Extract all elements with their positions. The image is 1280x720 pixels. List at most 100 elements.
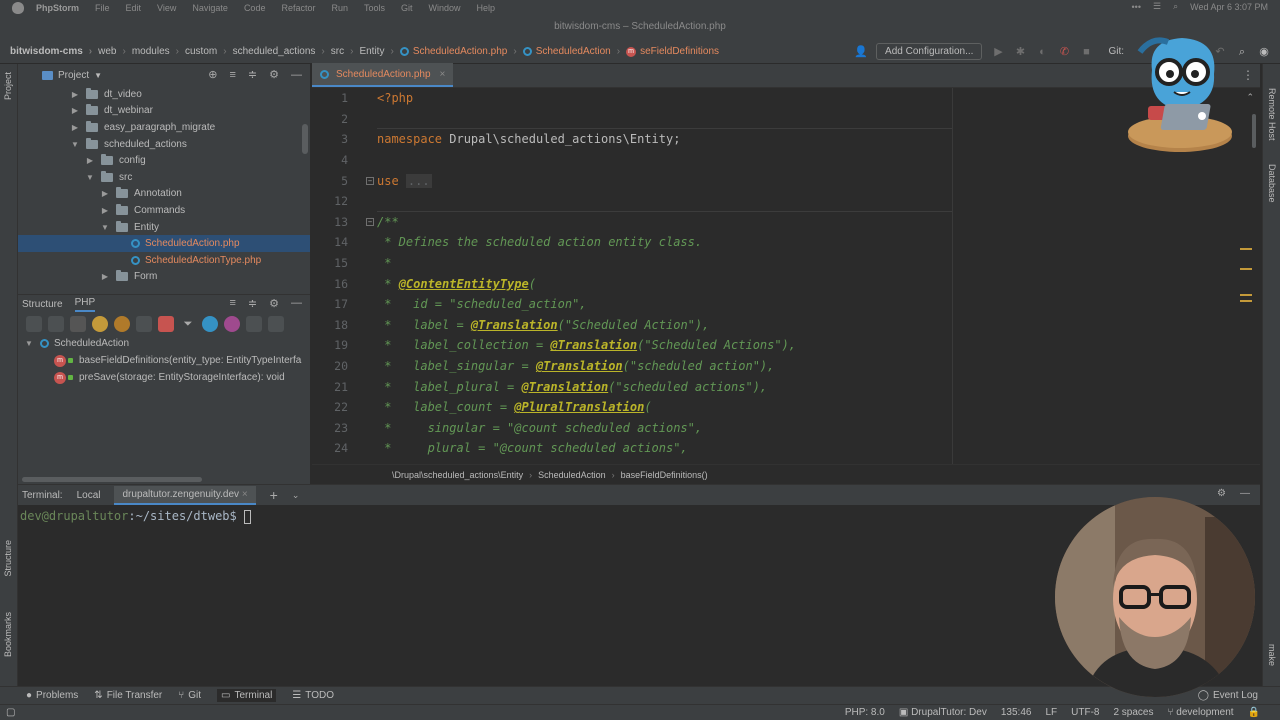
crumb-custom[interactable]: custom › <box>185 46 233 57</box>
collapse-all-icon[interactable]: ≑ <box>248 297 257 310</box>
expand-all-icon[interactable]: ≡ <box>229 69 235 81</box>
menu-navigate[interactable]: Navigate <box>192 3 228 13</box>
code-line[interactable]: 13 /** − <box>312 212 1260 233</box>
chevron-right-icon[interactable]: ▶ <box>70 90 80 99</box>
code-line[interactable]: 23 * singular = "@count scheduled action… <box>312 418 1260 439</box>
breadcrumb-method[interactable]: baseFieldDefinitions() <box>621 470 708 480</box>
lock-icon[interactable]: 🔒 <box>1248 707 1260 718</box>
todo-button[interactable]: ☰ TODO <box>292 690 334 701</box>
app-menu[interactable]: PhpStorm <box>36 3 79 13</box>
terminal-prompt[interactable]: dev@drupaltutor:~/sites/dtweb$ <box>20 509 251 524</box>
coverage-icon[interactable]: ◐ <box>1036 46 1048 58</box>
tree-item[interactable]: ScheduledAction.php <box>18 235 310 252</box>
show-constants-icon[interactable] <box>114 316 130 332</box>
tab-structure[interactable]: Structure <box>22 299 63 310</box>
deployment-server[interactable]: ▣ DrupalTutor: Dev <box>899 707 987 718</box>
sort-alpha-icon[interactable] <box>48 316 64 332</box>
close-icon[interactable]: × <box>440 69 446 80</box>
show-traits-icon[interactable] <box>202 316 218 332</box>
menu-run[interactable]: Run <box>331 3 348 13</box>
chevron-down-icon[interactable]: ▼ <box>24 339 34 348</box>
hide-icon[interactable]: — <box>291 297 302 310</box>
crumb-scheduled-actions[interactable]: scheduled_actions › <box>233 46 331 57</box>
tree-item[interactable]: ▶ Commands <box>18 202 310 219</box>
terminal-tab-remote[interactable]: drupaltutor.zengenuity.dev × <box>114 485 256 505</box>
chevron-down-icon[interactable]: ▼ <box>100 223 110 232</box>
show-fields-icon[interactable] <box>70 316 86 332</box>
collapse-all-icon[interactable]: ≑ <box>248 69 257 81</box>
tree-item[interactable]: ▶ Annotation <box>18 186 310 203</box>
crumb-file[interactable]: ScheduledAction.php › <box>399 46 523 57</box>
code-line[interactable]: 12 <box>312 191 1260 212</box>
expand-all-icon[interactable]: ≡ <box>229 297 235 310</box>
code-line[interactable]: 21 * label_plural = @Translation("schedu… <box>312 376 1260 397</box>
editor-tab-file[interactable]: ScheduledAction.php × <box>312 63 454 87</box>
tree-item[interactable]: ▶ dt_video <box>18 86 310 103</box>
fold-toggle-icon[interactable]: − <box>366 217 374 226</box>
autoscroll-to-source-icon[interactable] <box>246 316 262 332</box>
code-line[interactable]: 16 * @ContentEntityType( <box>312 273 1260 294</box>
menu-tools[interactable]: Tools <box>364 3 385 13</box>
code-line[interactable]: 22 * label_count = @PluralTranslation( <box>312 397 1260 418</box>
tree-item[interactable]: ▶ easy_paragraph_migrate <box>18 119 310 136</box>
code-line[interactable]: 19 * label_collection = @Translation("Sc… <box>312 335 1260 356</box>
chevron-down-icon[interactable]: ▼ <box>70 140 80 149</box>
git-branch[interactable]: ⑂ development <box>1168 707 1234 718</box>
event-log-button[interactable]: ◯ Event Log <box>1198 690 1258 701</box>
show-inherited-icon[interactable] <box>92 316 108 332</box>
code-line[interactable]: 20 * label_singular = @Translation("sche… <box>312 356 1260 377</box>
show-lambdas-icon[interactable] <box>224 316 240 332</box>
warning-marker[interactable] <box>1240 268 1252 270</box>
fold-toggle-icon[interactable]: − <box>366 176 374 185</box>
remote-host-tool-window[interactable]: Remote Host <box>1267 88 1277 141</box>
menu-code[interactable]: Code <box>244 3 266 13</box>
user-icon[interactable]: 👤 <box>854 46 868 58</box>
code-line[interactable]: 2 <box>312 109 1260 130</box>
structure-scrollbar[interactable] <box>22 477 202 482</box>
ide-logo-icon[interactable]: ◉ <box>1258 46 1270 58</box>
code-line[interactable]: 24 * plural = "@count scheduled actions"… <box>312 438 1260 459</box>
structure-member-row[interactable]: m preSave(storage: EntityStorageInterfac… <box>18 369 310 386</box>
code-line[interactable]: 5 use ... − <box>312 170 1260 191</box>
show-methods-icon[interactable] <box>158 316 174 332</box>
hide-icon[interactable]: — <box>1240 488 1250 499</box>
code-line[interactable]: 18 * label = @Translation("Scheduled Act… <box>312 315 1260 336</box>
gear-icon[interactable]: ⚙ <box>1217 488 1226 499</box>
show-properties-icon[interactable] <box>136 316 152 332</box>
warning-marker[interactable] <box>1240 248 1252 250</box>
chevron-right-icon[interactable]: ▶ <box>100 206 110 215</box>
search-icon[interactable]: ⌕ <box>1173 1 1178 12</box>
breadcrumb-class[interactable]: ScheduledAction <box>538 470 606 480</box>
tree-item[interactable]: ▼ Entity <box>18 219 310 236</box>
indent-setting[interactable]: 2 spaces <box>1113 707 1153 718</box>
crumb-web[interactable]: web › <box>98 46 132 57</box>
project-tool-window[interactable]: Project <box>3 72 13 100</box>
tree-item[interactable]: ▶ config <box>18 152 310 169</box>
caret-position[interactable]: 135:46 <box>1001 707 1032 718</box>
file-transfer-button[interactable]: ⇅ File Transfer <box>94 690 162 701</box>
inspection-widget-icon[interactable]: ⌃ <box>1246 92 1254 103</box>
terminal-tab-local[interactable]: Local <box>77 490 101 501</box>
close-icon[interactable]: × <box>242 489 248 500</box>
menu-edit[interactable]: Edit <box>126 3 142 13</box>
tree-item[interactable]: ▶ Form <box>18 269 310 286</box>
crumb-entity[interactable]: Entity › <box>359 46 399 57</box>
menu-window[interactable]: Window <box>429 3 461 13</box>
crumb-class[interactable]: ScheduledAction › <box>522 46 626 57</box>
git-button[interactable]: ⑂ Git <box>178 690 201 701</box>
apple-icon[interactable] <box>12 2 24 14</box>
php-version[interactable]: PHP: 8.0 <box>845 707 885 718</box>
file-encoding[interactable]: UTF-8 <box>1071 707 1099 718</box>
tree-item[interactable]: ▼ src <box>18 169 310 186</box>
chevron-right-icon[interactable]: ▶ <box>70 123 80 132</box>
crumb-method[interactable]: m seFieldDefinitions <box>626 46 719 57</box>
control-center-icon[interactable]: ☰ <box>1153 1 1161 12</box>
menu-view[interactable]: View <box>157 3 176 13</box>
crumb-project[interactable]: bitwisdom-cms › <box>10 46 98 57</box>
crumb-src[interactable]: src › <box>331 46 360 57</box>
gear-icon[interactable]: ⚙ <box>269 297 279 310</box>
project-scrollbar[interactable] <box>302 124 308 154</box>
add-configuration-button[interactable]: Add Configuration... <box>876 43 983 60</box>
code-line[interactable]: 3 namespace Drupal\scheduled_actions\Enti… <box>312 129 1260 150</box>
chevron-right-icon[interactable]: ▶ <box>100 189 110 198</box>
